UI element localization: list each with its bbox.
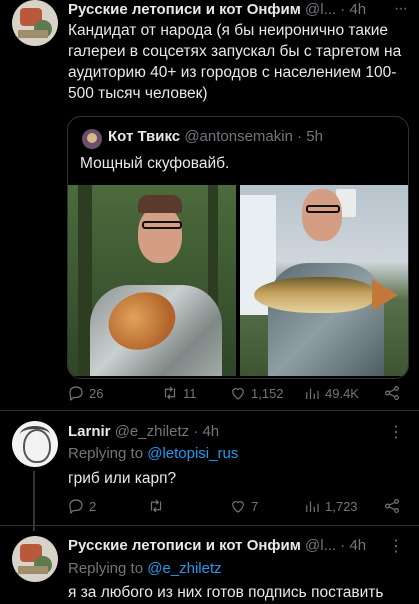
author-name[interactable]: Кот Твикс bbox=[108, 128, 180, 145]
author-name[interactable]: Русские летописи и кот Онфим bbox=[68, 537, 301, 554]
thread-line bbox=[33, 471, 35, 531]
views-count: 49.4K bbox=[325, 385, 359, 401]
more-options-icon[interactable]: ··· bbox=[394, 0, 408, 18]
author-name[interactable]: Русские летописи и кот Онфим bbox=[68, 1, 301, 18]
views-button[interactable]: 1,723 bbox=[303, 497, 358, 515]
author-handle[interactable]: @l... bbox=[305, 1, 336, 18]
heart-icon bbox=[232, 501, 244, 513]
views-icon bbox=[306, 501, 319, 512]
reply-icon bbox=[69, 499, 83, 514]
reply-count: 26 bbox=[89, 385, 104, 401]
photo-carp[interactable] bbox=[240, 185, 408, 376]
retweet-button[interactable]: 11 bbox=[161, 384, 197, 402]
quote-text: Мощный скуфовайб. bbox=[80, 155, 230, 172]
heart-icon bbox=[232, 388, 244, 400]
tweet-text: я за любого из них готов подпись постави… bbox=[68, 584, 384, 601]
like-button[interactable]: 7 bbox=[229, 497, 258, 515]
share-button[interactable] bbox=[383, 497, 405, 515]
replying-to-label: Replying to bbox=[68, 445, 144, 462]
reply-button[interactable]: 26 bbox=[67, 384, 103, 402]
reply-to-link[interactable]: @e_zhiletz bbox=[147, 560, 221, 577]
reply-to-link[interactable]: @letopisi_rus bbox=[147, 445, 238, 462]
share-button[interactable] bbox=[383, 384, 405, 402]
replying-to: Replying to @e_zhiletz bbox=[68, 560, 222, 577]
reply-icon bbox=[69, 386, 83, 401]
tweet-larnir[interactable]: Larnir @e_zhiletz · 4h ⋮ Replying to @le… bbox=[0, 411, 419, 531]
more-options-icon[interactable]: ⋮ bbox=[388, 536, 404, 556]
avatar[interactable] bbox=[12, 421, 58, 467]
tweet-header: Larnir @e_zhiletz · 4h bbox=[68, 423, 219, 440]
tweet-letopisi-reply[interactable]: Русские летописи и кот Онфим @l... · 4h … bbox=[0, 526, 419, 604]
tweet-text: Кандидат от народа (я бы неиронично таки… bbox=[68, 22, 402, 102]
replying-to: Replying to @letopisi_rus bbox=[68, 445, 238, 462]
views-button[interactable]: 49.4K bbox=[303, 384, 359, 402]
quote-header: Кот Твикс @antonsemakin · 5h bbox=[108, 128, 323, 145]
share-icon bbox=[385, 386, 399, 400]
avatar[interactable] bbox=[82, 129, 102, 149]
like-button[interactable]: 1,152 bbox=[229, 384, 284, 402]
reply-count: 2 bbox=[89, 498, 97, 514]
timestamp[interactable]: · 4h bbox=[340, 1, 366, 18]
timestamp[interactable]: · 4h bbox=[340, 537, 366, 554]
like-count: 7 bbox=[251, 498, 259, 514]
avatar[interactable] bbox=[12, 0, 58, 46]
views-count: 1,723 bbox=[325, 498, 358, 514]
more-options-icon[interactable]: ⋮ bbox=[388, 422, 404, 442]
tweet-text: гриб или карп? bbox=[68, 470, 177, 487]
author-handle[interactable]: @l... bbox=[305, 537, 336, 554]
tweet-letopisi[interactable]: Русские летописи и кот Онфим @l... · 4h … bbox=[0, 0, 419, 401]
retweet-button[interactable] bbox=[147, 497, 169, 515]
like-count: 1,152 bbox=[251, 385, 284, 401]
retweet-count: 11 bbox=[183, 385, 197, 401]
tweet-header: Русские летописи и кот Онфим @l... · 4h bbox=[68, 537, 366, 554]
retweet-icon bbox=[164, 386, 176, 400]
quoted-tweet[interactable]: Кот Твикс @antonsemakin · 5h Мощный скуф… bbox=[67, 116, 409, 379]
tweet-actions: 2 7 1,723 bbox=[67, 497, 407, 517]
reply-button[interactable]: 2 bbox=[67, 497, 96, 515]
author-handle[interactable]: @antonsemakin · 5h bbox=[184, 128, 323, 145]
avatar[interactable] bbox=[12, 536, 58, 582]
share-icon bbox=[385, 499, 399, 513]
tweet-header: Русские летописи и кот Онфим @l... · 4h bbox=[68, 1, 366, 18]
author-name[interactable]: Larnir bbox=[68, 423, 111, 440]
retweet-icon bbox=[150, 499, 162, 513]
replying-to-label: Replying to bbox=[68, 560, 144, 577]
tweet-actions: 26 11 1,152 49.4K bbox=[67, 384, 407, 404]
author-handle[interactable]: @e_zhiletz · 4h bbox=[115, 423, 219, 440]
views-icon bbox=[306, 388, 319, 399]
photo-mushroom[interactable] bbox=[68, 185, 236, 376]
